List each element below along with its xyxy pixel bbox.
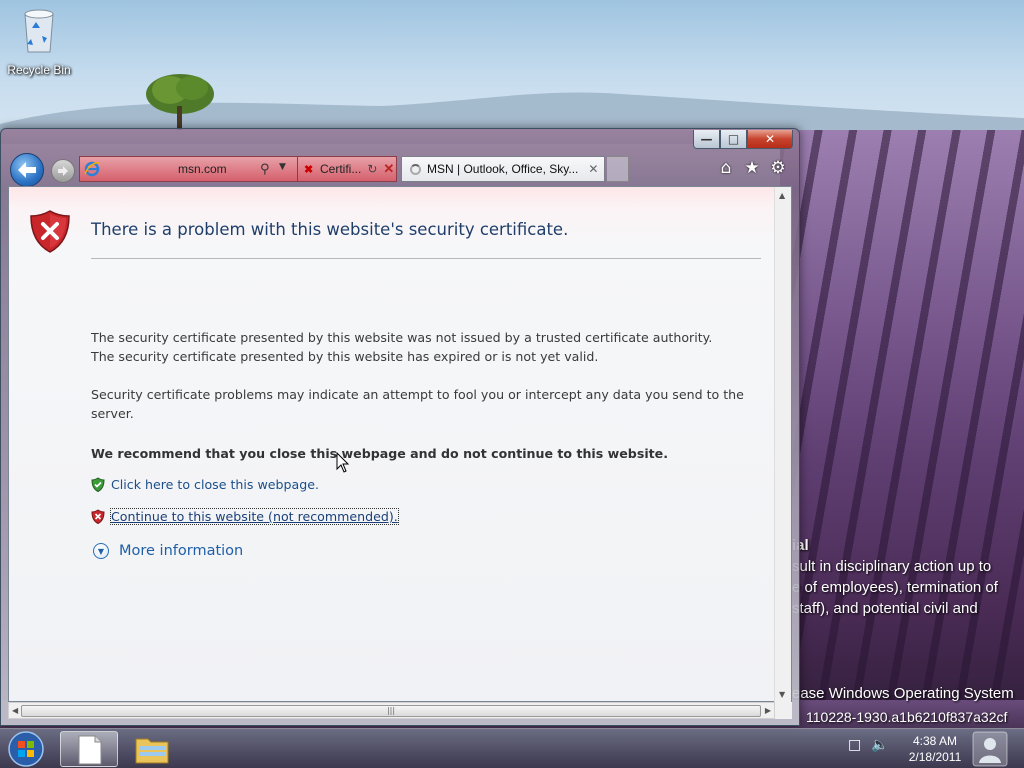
- page-title: There is a problem with this website's s…: [91, 220, 569, 239]
- window-controls: — □ ✕: [693, 130, 793, 149]
- start-button[interactable]: [4, 730, 48, 768]
- vertical-scrollbar[interactable]: ▲ ▼: [774, 187, 791, 703]
- back-arrow-icon: [18, 162, 36, 178]
- recycle-bin-shortcut[interactable]: Recycle Bin: [6, 6, 72, 77]
- scroll-thumb[interactable]: |||: [21, 705, 761, 717]
- forward-arrow-icon: [58, 166, 68, 176]
- stop-icon[interactable]: ✕: [383, 161, 394, 177]
- tab-label: MSN | Outlook, Office, Sky...: [427, 162, 579, 176]
- navigation-bar: msn.com ⚲ ▼ ✖ Certifi... ↻ ✕ MSN | Outlo…: [7, 152, 793, 187]
- paragraph-line: The security certificate presented by th…: [91, 330, 713, 345]
- tree-image: [146, 74, 214, 130]
- recommendation-text: We recommend that you close this webpage…: [91, 446, 668, 461]
- close-webpage-row: Click here to close this webpage.: [91, 477, 319, 492]
- network-icon[interactable]: □: [848, 737, 861, 753]
- scroll-corner: [775, 702, 792, 719]
- more-information-label: More information: [119, 543, 244, 559]
- watermark-line: ease Windows Operating System: [792, 685, 1014, 702]
- more-information-toggle[interactable]: ▼ More information: [93, 543, 243, 559]
- watermark-line: staff), and potential civil and: [792, 600, 978, 617]
- taskbar: □ 🔈 4:38 AM 2/18/2011: [0, 728, 1024, 768]
- tab-msn[interactable]: MSN | Outlook, Office, Sky... ✕: [401, 156, 605, 182]
- watermark-line: sult in disciplinary action up to: [792, 558, 992, 575]
- address-url: msn.com: [178, 162, 227, 176]
- maximize-button[interactable]: □: [720, 130, 747, 149]
- shield-error-icon: [30, 210, 70, 253]
- red-shield-icon: [91, 509, 105, 524]
- user-icon[interactable]: [972, 731, 1008, 767]
- clock[interactable]: 4:38 AM 2/18/2011: [906, 733, 964, 765]
- watermark-line: 110228-1930.a1b6210f837a32cf: [806, 709, 1008, 725]
- taskbar-ie-button[interactable]: [60, 731, 118, 767]
- page-content: There is a problem with this website's s…: [8, 186, 792, 703]
- tab-label: Certifi...: [320, 162, 362, 176]
- error-x-icon: ✖: [304, 164, 314, 176]
- ie-logo-icon: [84, 161, 100, 177]
- taskbar-explorer-button[interactable]: [124, 731, 182, 767]
- clock-date: 2/18/2011: [908, 750, 962, 764]
- continue-row: Continue to this website (not recommende…: [91, 508, 399, 525]
- watermark-line: e of employees), termination of: [792, 579, 998, 596]
- search-icon[interactable]: ⚲: [260, 162, 270, 177]
- horizontal-scrollbar[interactable]: ◀ ||| ▶: [8, 702, 775, 719]
- favorites-star-icon[interactable]: ★: [743, 158, 761, 178]
- mouse-cursor-icon: [336, 452, 350, 473]
- minimize-button[interactable]: —: [693, 130, 720, 149]
- address-bar[interactable]: msn.com ⚲ ▼: [79, 156, 297, 182]
- forward-button[interactable]: [51, 159, 75, 183]
- green-shield-icon: [91, 477, 105, 492]
- document-icon: [78, 735, 102, 765]
- browser-window: — □ ✕ msn.com ⚲ ▼ ✖ Certifi... ↻ ✕ MSN |…: [0, 128, 800, 726]
- lavender-field: [780, 130, 1024, 730]
- recycle-bin-label: Recycle Bin: [7, 63, 71, 77]
- continue-to-website-link[interactable]: Continue to this website (not recommende…: [110, 508, 399, 525]
- chevron-down-icon: ▼: [93, 543, 109, 559]
- folder-icon: [135, 738, 169, 764]
- dropdown-arrow-icon[interactable]: ▼: [279, 162, 286, 172]
- back-button[interactable]: [10, 153, 44, 187]
- volume-icon[interactable]: 🔈: [871, 737, 888, 753]
- loading-spinner-icon: [410, 163, 421, 175]
- recycle-bin-icon: [24, 9, 54, 53]
- scroll-left-icon[interactable]: ◀: [12, 706, 18, 715]
- gear-icon[interactable]: ⚙: [769, 158, 787, 178]
- home-icon[interactable]: ⌂: [717, 158, 735, 178]
- close-webpage-link[interactable]: Click here to close this webpage.: [111, 477, 319, 492]
- scroll-up-icon[interactable]: ▲: [779, 191, 785, 200]
- close-window-button[interactable]: ✕: [747, 130, 793, 149]
- scroll-right-icon[interactable]: ▶: [765, 706, 771, 715]
- clock-time: 4:38 AM: [912, 734, 958, 748]
- tab-certificate-error[interactable]: ✖ Certifi... ↻ ✕: [297, 156, 397, 182]
- toolbar-icons: ⌂ ★ ⚙: [717, 158, 787, 178]
- paragraph-line: server.: [91, 406, 134, 421]
- title-divider: [91, 258, 761, 259]
- close-tab-icon[interactable]: ✕: [588, 162, 598, 176]
- system-tray: □ 🔈: [848, 737, 889, 753]
- paragraph-line: Security certificate problems may indica…: [91, 387, 744, 402]
- new-tab-button[interactable]: [607, 156, 629, 182]
- scroll-down-icon[interactable]: ▼: [779, 690, 785, 699]
- paragraph-line: The security certificate presented by th…: [91, 349, 599, 364]
- refresh-icon[interactable]: ↻: [367, 162, 377, 176]
